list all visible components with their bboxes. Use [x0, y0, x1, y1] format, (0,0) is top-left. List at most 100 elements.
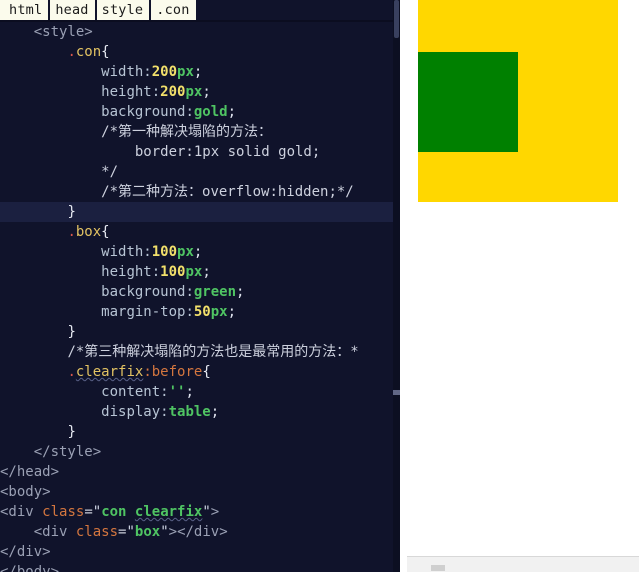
code-token: > — [210, 504, 220, 520]
code-line[interactable]: /*第三种解决塌陷的方法也是最常用的方法：* — [0, 342, 400, 362]
code-token: content: — [101, 384, 169, 400]
code-line[interactable]: } — [0, 202, 400, 222]
breadcrumb-divider — [0, 20, 400, 22]
code-token: <div — [0, 504, 43, 520]
code-line[interactable]: } — [0, 422, 400, 442]
code-line[interactable]: <div class="box"></div> — [0, 522, 400, 542]
code-line[interactable]: .con{ — [0, 42, 400, 62]
code-token: { — [101, 224, 110, 240]
code-token: ; — [185, 384, 194, 400]
code-token: class — [75, 524, 119, 540]
code-line[interactable]: border:1px solid gold; — [0, 142, 400, 162]
code-line[interactable]: <style> — [0, 22, 400, 42]
code-token: 50 — [193, 304, 211, 320]
code-line[interactable]: <body> — [0, 482, 400, 502]
code-token: box — [134, 524, 161, 540]
preview-con-element — [418, 0, 618, 202]
code-token: <div — [33, 524, 76, 540]
code-token: width: — [101, 244, 152, 260]
code-line[interactable]: </body> — [0, 562, 400, 572]
live-preview-pane[interactable] — [407, 0, 639, 572]
code-token: /*第三种解决塌陷的方法也是最常用的方法：* — [67, 344, 359, 360]
code-token: display: — [101, 404, 169, 420]
editor-window: html head style .con <style> .con{ width… — [0, 0, 639, 572]
code-line[interactable]: width:200px; — [0, 62, 400, 82]
code-token: ; — [236, 284, 245, 300]
code-token: ; — [210, 404, 220, 420]
code-token: ; — [202, 84, 211, 100]
code-lines[interactable]: <style> .con{ width:200px; height:200px;… — [0, 22, 400, 572]
code-token: ; — [202, 264, 211, 280]
code-token: <body> — [0, 484, 51, 500]
breadcrumb-filler — [197, 0, 400, 21]
code-token: border:1px solid gold; — [134, 144, 321, 160]
code-token: table — [168, 404, 211, 420]
code-token: px — [177, 64, 194, 80]
breadcrumb-item-head[interactable]: head — [50, 0, 97, 20]
code-token: px — [177, 244, 194, 260]
code-token: </head> — [0, 464, 60, 480]
code-token: 100 — [160, 264, 186, 280]
code-token: } — [67, 324, 76, 340]
code-line[interactable]: background:green; — [0, 282, 400, 302]
code-token: = — [84, 504, 93, 520]
code-token: px — [185, 84, 203, 100]
breadcrumb-item-html[interactable]: html — [0, 0, 51, 20]
code-token: px — [185, 264, 203, 280]
code-line[interactable]: margin-top:50px; — [0, 302, 400, 322]
code-line[interactable]: </div> — [0, 542, 400, 562]
code-token: " — [202, 504, 211, 520]
code-token: margin-top: — [101, 304, 194, 320]
code-token: clearfix — [75, 364, 144, 380]
code-token: . — [67, 224, 76, 240]
scroll-annotation-marker — [393, 390, 400, 395]
code-token: } — [67, 424, 76, 440]
code-line[interactable]: display:table; — [0, 402, 400, 422]
code-line[interactable]: .clearfix:before{ — [0, 362, 400, 382]
breadcrumb-item-style[interactable]: style — [96, 0, 152, 20]
code-token: ; — [227, 304, 237, 320]
code-line[interactable]: height:200px; — [0, 82, 400, 102]
code-token: class — [42, 504, 85, 520]
code-line[interactable]: height:100px; — [0, 262, 400, 282]
preview-canvas — [407, 0, 639, 556]
code-token: con — [75, 44, 102, 60]
code-editor-pane[interactable]: html head style .con <style> .con{ width… — [0, 0, 400, 572]
code-token: background: — [101, 104, 194, 120]
code-token: /*第二种方法：overflow:hidden;*/ — [101, 184, 354, 200]
preview-box-element — [418, 52, 518, 152]
code-token: height: — [101, 264, 161, 280]
code-token: gold — [193, 104, 228, 120]
preview-footer-bar — [407, 556, 639, 572]
breadcrumb-item-con[interactable]: .con — [151, 0, 198, 20]
code-token: </style> — [33, 444, 102, 460]
code-token: 200 — [160, 84, 186, 100]
code-line[interactable]: */ — [0, 162, 400, 182]
code-line[interactable]: background:gold; — [0, 102, 400, 122]
code-line[interactable]: .box{ — [0, 222, 400, 242]
dom-path-breadcrumb[interactable]: html head style .con — [0, 0, 400, 21]
code-line[interactable]: content:''; — [0, 382, 400, 402]
code-line[interactable]: /*第一种解决塌陷的方法： — [0, 122, 400, 142]
code-line[interactable]: width:100px; — [0, 242, 400, 262]
code-token: ></div> — [168, 524, 228, 540]
code-line[interactable]: /*第二种方法：overflow:hidden;*/ — [0, 182, 400, 202]
code-token: :before — [143, 364, 203, 380]
code-token: . — [67, 364, 76, 380]
code-token: " — [160, 524, 169, 540]
code-line[interactable]: </style> — [0, 442, 400, 462]
editor-vertical-scrollbar[interactable] — [393, 0, 400, 572]
code-line[interactable]: } — [0, 322, 400, 342]
code-token: box — [75, 224, 102, 240]
code-line[interactable]: </head> — [0, 462, 400, 482]
code-line[interactable]: <div class="con clearfix"> — [0, 502, 400, 522]
scrollbar-thumb[interactable] — [394, 0, 399, 38]
code-token: con — [101, 504, 135, 520]
code-token: ; — [227, 104, 237, 120]
code-token: 200 — [151, 64, 178, 80]
code-token: </body> — [0, 564, 60, 572]
code-surface[interactable]: <style> .con{ width:200px; height:200px;… — [0, 22, 400, 572]
code-token: { — [202, 364, 211, 380]
code-token: ; — [193, 244, 203, 260]
code-token: ; — [193, 64, 203, 80]
